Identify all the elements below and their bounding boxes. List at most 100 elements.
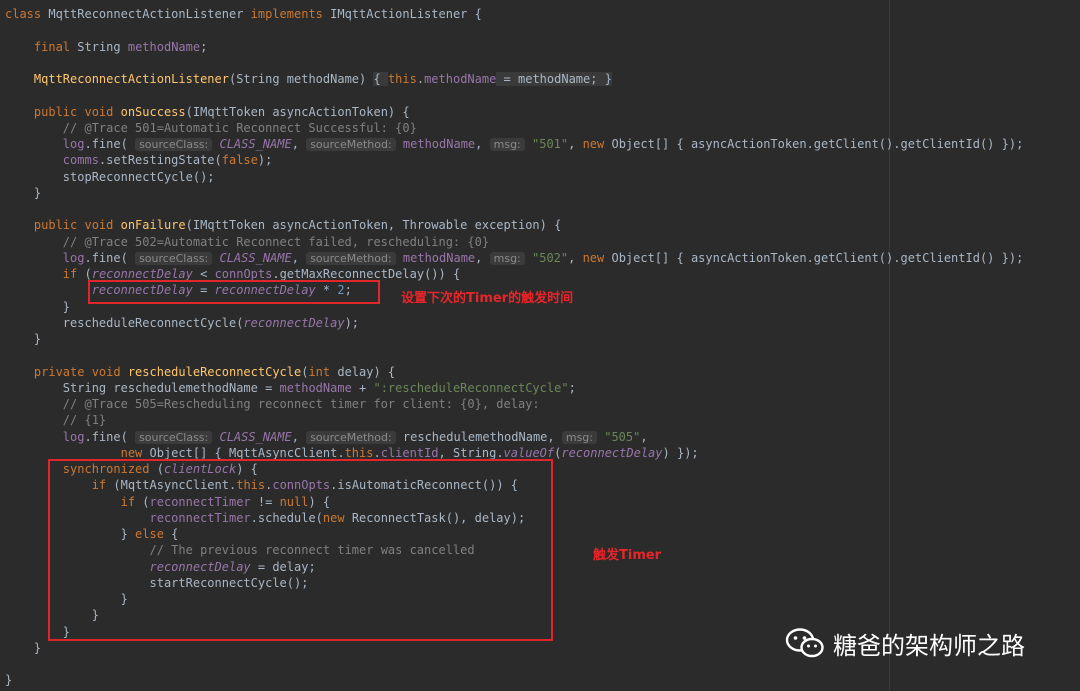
code-token: reconnectDelay — [243, 315, 345, 330]
code-line: class MqttReconnectActionListener implem… — [5, 6, 482, 22]
code-token: , — [475, 137, 490, 151]
code-line: public void onSuccess(IMqttToken asyncAc… — [5, 104, 410, 120]
code-token: = methodName; } — [496, 72, 612, 86]
code-token: clientId — [380, 445, 439, 460]
code-token: < — [192, 267, 215, 281]
code-token: Object[] { asyncActionToken.getClient().… — [611, 250, 1024, 265]
code-token: comms — [62, 153, 99, 168]
code-token: onSuccess — [120, 104, 186, 119]
highlight-box-synchronized-block — [48, 459, 553, 641]
code-token: , — [291, 137, 307, 151]
code-token: int — [308, 364, 338, 379]
code-token: "501" — [524, 137, 569, 151]
code-token: // {1} — [62, 413, 107, 428]
code-token: IMqttActionListener { — [330, 7, 482, 21]
code-line: } — [5, 672, 12, 688]
code-line: private void rescheduleReconnectCycle(in… — [5, 364, 395, 380]
parameter-hint: sourceMethod: — [306, 138, 396, 151]
code-token: } — [5, 673, 13, 688]
code-token: .setRestingState( — [98, 153, 222, 168]
code-token: , — [475, 250, 490, 265]
code-line: final String methodName; — [5, 39, 207, 55]
code-line: MqttReconnectActionListener(String metho… — [5, 71, 612, 87]
code-token: private void — [33, 364, 128, 379]
code-token: this — [387, 72, 417, 86]
code-token: rescheduleReconnectCycle( — [62, 315, 244, 330]
parameter-hint: msg: — [489, 138, 525, 151]
code-token: ; — [568, 380, 576, 395]
code-line: } — [5, 299, 70, 315]
code-token: implements — [250, 7, 331, 21]
code-token: new — [582, 137, 612, 151]
code-token: this — [344, 445, 374, 460]
code-token: MqttReconnectActionListener — [48, 7, 251, 21]
code-token: .fine( — [84, 429, 136, 444]
code-token: } — [5, 640, 42, 655]
code-token: , — [640, 429, 648, 444]
code-token: new — [582, 250, 612, 265]
code-token: reconnectDelay — [91, 267, 193, 281]
code-line: String reschedulemethodName = methodName… — [5, 380, 576, 396]
code-token: methodName — [395, 250, 476, 265]
parameter-hint: sourceClass: — [135, 430, 213, 444]
code-token: // @Trace 502=Automatic Reconnect failed… — [62, 234, 490, 249]
code-token: stopReconnectCycle(); — [62, 169, 215, 184]
code-token: (IMqttToken asyncActionToken, Throwable … — [185, 218, 562, 233]
code-token: CLASS_NAME — [212, 137, 292, 151]
code-token: // @Trace 501=Automatic Reconnect Succes… — [62, 120, 417, 135]
code-token: ":rescheduleReconnectCycle" — [373, 380, 569, 395]
code-token: MqttReconnectActionListener — [33, 72, 229, 86]
parameter-hint: sourceMethod: — [306, 430, 396, 444]
code-token: methodName — [395, 137, 476, 151]
code-line: comms.setRestingState(false); — [5, 152, 273, 168]
code-token: if — [62, 267, 85, 281]
code-token: log — [62, 250, 85, 265]
code-token: , — [568, 250, 583, 265]
code-token: , String. — [438, 445, 504, 460]
code-token: CLASS_NAME — [212, 429, 292, 444]
code-token: onFailure — [120, 218, 186, 233]
code-line: } — [5, 331, 41, 347]
code-token: ); — [257, 153, 273, 168]
code-token: . — [416, 72, 425, 86]
code-token: new — [120, 445, 150, 460]
code-token: (String methodName) — [228, 72, 374, 86]
code-token: } — [5, 185, 42, 200]
annotation-timer-delay: 设置下次的Timer的触发时间 — [401, 291, 574, 306]
code-line: } — [5, 640, 41, 656]
right-margin-guide — [889, 0, 890, 691]
code-line: // @Trace 505=Rescheduling reconnect tim… — [5, 396, 540, 412]
code-token: reschedulemethodName, — [395, 429, 562, 444]
code-token: (IMqttToken asyncActionToken) { — [185, 104, 410, 119]
code-token: valueOf — [503, 445, 555, 460]
code-token: "502" — [524, 250, 569, 265]
code-token: ) }); — [662, 445, 699, 460]
code-line: // @Trace 501=Automatic Reconnect Succes… — [5, 120, 417, 136]
code-token: .fine( — [84, 250, 136, 265]
parameter-hint: msg: — [489, 251, 525, 265]
code-token: ( — [84, 267, 92, 281]
code-token: CLASS_NAME — [212, 250, 292, 265]
wechat-icon — [785, 628, 824, 658]
code-token: ; — [200, 39, 208, 54]
code-token: rescheduleReconnectCycle — [127, 364, 302, 379]
code-token: connOpts — [214, 267, 273, 281]
code-token: Object[] { asyncActionToken.getClient().… — [611, 137, 1024, 151]
code-token: false — [221, 153, 258, 168]
code-token: class — [5, 7, 49, 21]
code-token: { — [373, 72, 388, 86]
code-token: final — [33, 39, 78, 54]
code-line: // {1} — [5, 412, 106, 428]
